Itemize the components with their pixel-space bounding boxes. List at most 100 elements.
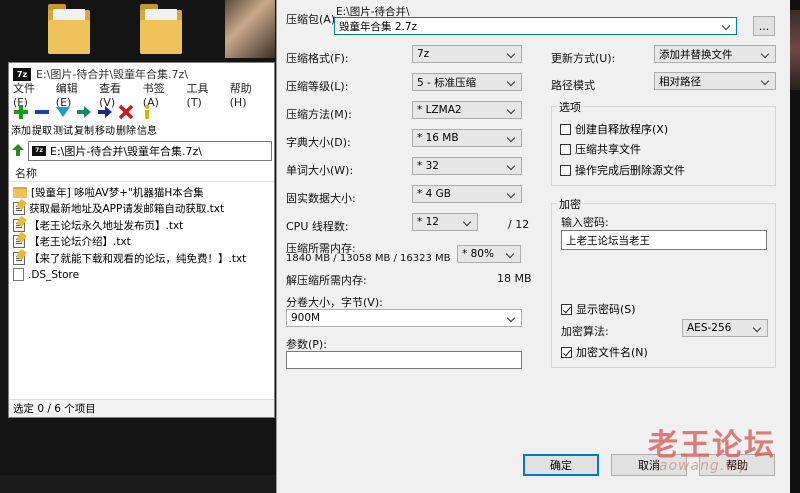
chevron-down-icon — [506, 76, 518, 88]
watermark-url: laowang.vip — [654, 458, 750, 474]
shared-checkbox[interactable]: 压缩共享文件 — [560, 141, 641, 157]
method-select[interactable]: * LZMA2 — [412, 101, 522, 119]
chevron-down-icon — [752, 322, 764, 334]
desktop-image-thumbnail[interactable] — [225, 0, 275, 58]
archive-name-combo[interactable]: 毁童年合集 2.7z — [334, 17, 737, 35]
text-file-icon — [13, 235, 25, 248]
text-file-icon — [13, 218, 25, 232]
extract-button[interactable]: 提取 — [32, 103, 52, 139]
chevron-down-icon — [506, 48, 518, 60]
update-select[interactable]: 添加并替换文件 — [654, 45, 776, 63]
password-label: 输入密码: — [561, 216, 609, 229]
extract-icon — [33, 103, 51, 121]
delete-source-checkbox[interactable]: 操作完成后删除源文件 — [560, 162, 685, 178]
mem-decomp-value: 18 MB — [497, 272, 532, 285]
mem-comp-detail: 1840 MB / 13058 MB / 16323 MB — [286, 253, 451, 264]
chevron-down-icon — [760, 75, 772, 87]
menu-tools[interactable]: 工具(T) — [187, 80, 217, 109]
enc-method-select[interactable]: AES-256 — [682, 319, 768, 337]
threads-select[interactable]: * 12 — [412, 213, 478, 231]
chevron-down-icon[interactable] — [721, 20, 733, 32]
solid-value: * 4 GB — [417, 188, 451, 200]
level-select[interactable]: 5 - 标准压缩 — [412, 73, 522, 91]
encrypt-names-checkbox[interactable]: 加密文件名(N) — [561, 344, 648, 360]
up-folder-icon[interactable] — [11, 143, 25, 160]
method-value: * LZMA2 — [417, 104, 462, 116]
menu-help[interactable]: 帮助(H) — [230, 80, 261, 109]
folder-icon — [13, 186, 27, 198]
dict-select[interactable]: * 16 MB — [412, 129, 522, 147]
move-label: 移动 — [95, 126, 115, 137]
desktop-folder-icon[interactable] — [140, 4, 182, 56]
threads-value: * 12 — [417, 216, 439, 228]
info-label: 信息 — [137, 126, 157, 137]
test-button[interactable]: 测试 — [53, 103, 73, 139]
text-file-icon — [13, 251, 25, 265]
enc-method-label: 加密算法: — [561, 325, 609, 338]
copy-label: 复制 — [74, 126, 94, 137]
format-label: 压缩格式(F): — [286, 52, 349, 65]
column-header-label: 名称 — [15, 166, 37, 180]
archive-label: 压缩包(A): — [286, 13, 339, 26]
address-bar: 7z E:\图片-待合并\毁童年合集.7z\ — [9, 140, 274, 162]
show-password-label: 显示密码(S) — [576, 303, 636, 316]
params-input[interactable] — [286, 351, 522, 369]
list-item[interactable]: 【来了就能下载和观看的论坛，纯免费！】.txt — [9, 250, 274, 266]
list-item[interactable]: .DS_Store — [9, 267, 274, 283]
format-select[interactable]: 7z — [412, 45, 522, 63]
encryption-group-label: 加密 — [556, 196, 584, 212]
split-value: 900M — [291, 312, 321, 324]
move-icon — [96, 103, 114, 121]
add-button[interactable]: 添加 — [11, 103, 31, 139]
shared-checkbox-box — [560, 143, 571, 155]
text-file-icon — [13, 202, 25, 215]
address-text: E:\图片-待合并\毁童年合集.7z\ — [50, 145, 203, 158]
list-item-name: .DS_Store — [28, 268, 80, 281]
delete-source-checkbox-box — [560, 164, 571, 176]
dict-label: 字典大小(D): — [286, 136, 351, 149]
sfx-checkbox[interactable]: 创建自释放程序(X) — [560, 121, 668, 137]
show-password-checkbox[interactable]: 显示密码(S) — [561, 301, 636, 317]
split-select[interactable]: 900M — [286, 309, 522, 327]
delete-button[interactable]: 删除 — [116, 103, 136, 139]
mem-decomp-label: 解压缩所需内存: — [286, 274, 367, 287]
mem-percent-select[interactable]: * 80% — [457, 245, 521, 263]
archive-icon: 7z — [32, 146, 46, 156]
desktop-folder-icon[interactable] — [48, 4, 90, 56]
dict-value: * 16 MB — [417, 132, 459, 144]
move-button[interactable]: 移动 — [95, 103, 115, 139]
level-label: 压缩等级(L): — [286, 80, 349, 93]
column-header-name[interactable]: 名称 — [9, 164, 274, 182]
test-label: 测试 — [53, 126, 73, 137]
list-item-name: 【来了就能下载和观看的论坛，纯免费！】.txt — [29, 252, 247, 265]
password-input[interactable]: 上老王论坛当老王 — [561, 230, 767, 250]
browse-button[interactable]: ... — [753, 16, 775, 36]
list-item[interactable]: [毁童年] 哆啦AV梦+"机器猫H本合集 — [9, 184, 274, 200]
mem-percent-value: * 80% — [462, 248, 494, 260]
chevron-down-icon — [462, 216, 474, 228]
file-icon — [13, 268, 24, 281]
info-button[interactable]: 信息 — [137, 103, 157, 139]
path-mode-select[interactable]: 相对路径 — [654, 72, 776, 90]
word-select[interactable]: * 32 — [412, 157, 522, 175]
status-bar: 选定 0 / 6 个项目 — [9, 399, 274, 417]
copy-icon — [75, 103, 93, 121]
list-item[interactable]: 获取最新地址及APP请发邮箱自动获取.txt — [9, 201, 274, 217]
chevron-down-icon — [506, 160, 518, 172]
level-value: 5 - 标准压缩 — [417, 76, 477, 89]
chevron-down-icon — [505, 248, 517, 260]
add-label: 添加 — [11, 126, 31, 137]
path-mode-value: 相对路径 — [659, 75, 701, 88]
desktop-background — [0, 0, 280, 60]
encrypt-names-checkbox-box — [561, 346, 572, 358]
address-input[interactable]: 7z E:\图片-待合并\毁童年合集.7z\ — [28, 141, 272, 161]
ok-label: 确定 — [550, 459, 572, 472]
solid-select[interactable]: * 4 GB — [412, 185, 522, 203]
list-item[interactable]: 【老王论坛永久地址发布页】.txt — [9, 217, 274, 233]
list-item[interactable]: 【老王论坛介绍】.txt — [9, 234, 274, 250]
delete-icon — [117, 103, 135, 121]
ok-button[interactable]: 确定 — [523, 454, 599, 476]
copy-button[interactable]: 复制 — [74, 103, 94, 139]
menu-bar: 文件(F) 编辑(E) 查看(V) 书签(A) 工具(T) 帮助(H) — [9, 82, 274, 109]
password-value: 上老王论坛当老王 — [566, 234, 650, 247]
